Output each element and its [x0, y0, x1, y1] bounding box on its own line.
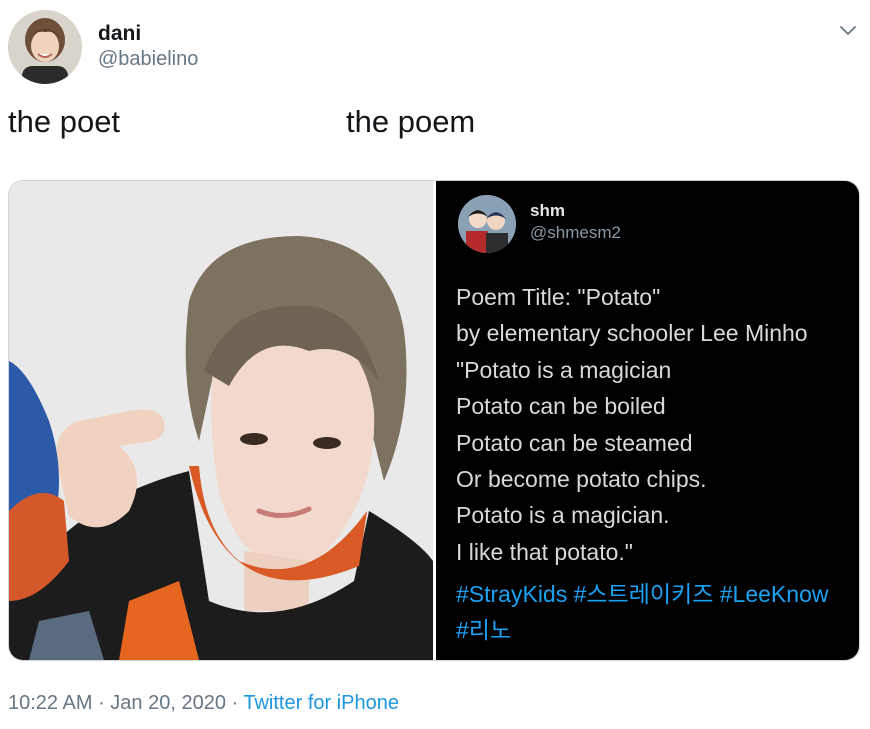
- hashtag-korean-leeknow: #리노: [456, 617, 512, 643]
- chevron-down-icon[interactable]: [836, 18, 860, 42]
- tweet-time[interactable]: 10:22 AM: [8, 692, 93, 714]
- poem-line: Potato can be steamed: [456, 429, 693, 456]
- user-handle[interactable]: @babielino: [98, 48, 198, 71]
- embedded-name: shm: [530, 201, 565, 220]
- tweet-meta: 10:22 AM · Jan 20, 2020 · Twitter for iP…: [8, 692, 399, 715]
- poem-line: "Potato is a magician: [456, 356, 672, 383]
- tweet-text-right: the poem: [346, 104, 476, 139]
- avatar-image: [8, 10, 82, 84]
- hashtag-line: #StrayKids #스트레이키즈 #LeeKnow: [456, 576, 856, 612]
- tweet-header: dani @babielino: [8, 8, 862, 88]
- display-name[interactable]: dani: [98, 22, 141, 46]
- hashtag-straykids: #StrayKids: [456, 581, 568, 607]
- tweet-text-left: the poet: [8, 104, 121, 139]
- embedded-handle: @shmesm2: [530, 223, 621, 242]
- user-avatar[interactable]: [8, 10, 82, 84]
- tweet-media[interactable]: shm @shmesm2 Poem Title: "Potato" by ele…: [8, 180, 860, 661]
- embedded-avatar: [458, 195, 516, 253]
- meta-separator: ·: [92, 692, 111, 714]
- hashtag-line: #리노: [456, 612, 856, 648]
- hashtags: #StrayKids #스트레이키즈 #LeeKnow #리노: [456, 576, 856, 648]
- poem-line: Or become potato chips.: [456, 466, 707, 493]
- tweet-date[interactable]: Jan 20, 2020: [110, 692, 226, 714]
- poem-text: Poem Title: "Potato" by elementary schoo…: [456, 279, 856, 570]
- poem-screenshot[interactable]: shm @shmesm2 Poem Title: "Potato" by ele…: [436, 181, 859, 660]
- poem-line: I like that potato.": [456, 538, 633, 565]
- poem-line: Potato is a magician.: [456, 502, 670, 529]
- hashtag-leeknow: #LeeKnow: [719, 581, 829, 607]
- poem-line: by elementary schooler Lee Minho: [456, 320, 808, 347]
- poem-line: Potato can be boiled: [456, 393, 666, 420]
- embedded-avatar-image: [458, 195, 516, 253]
- tweet-source-link[interactable]: Twitter for iPhone: [243, 692, 399, 714]
- meta-separator: ·: [225, 692, 244, 714]
- hashtag-korean-straykids: #스트레이키즈: [573, 581, 714, 607]
- poet-image: [9, 181, 433, 660]
- poet-photo[interactable]: [9, 181, 433, 660]
- poem-line: Poem Title: "Potato": [456, 284, 661, 310]
